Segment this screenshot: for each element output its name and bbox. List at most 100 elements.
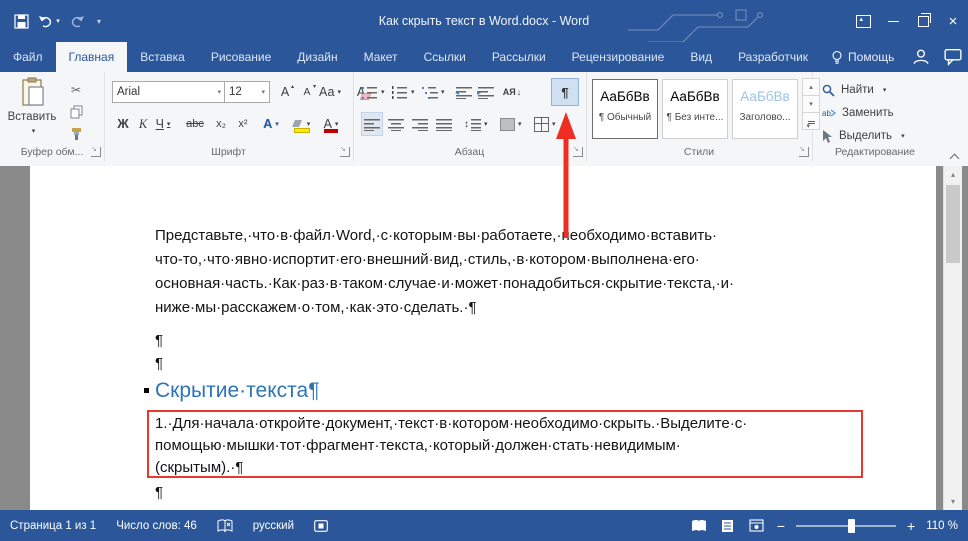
replace-button[interactable]: ab Заменить: [822, 103, 894, 123]
zoom-slider[interactable]: [796, 525, 896, 527]
status-left: Страница 1 из 1 Число слов: 46 русский: [10, 519, 328, 533]
font-size-value: 12: [229, 86, 242, 98]
text-line: Представьте,·что·в·файл·Word,·с·которым·…: [155, 224, 734, 248]
read-mode-button[interactable]: [690, 517, 708, 535]
multilevel-list-button[interactable]: [421, 80, 446, 104]
collapse-ribbon-icon[interactable]: [950, 152, 958, 160]
tab-developer[interactable]: Разработчик: [725, 42, 821, 72]
font-color-bar: [324, 129, 338, 133]
line-spacing-icon: [471, 118, 481, 131]
align-center-button[interactable]: [385, 112, 407, 136]
group-styles: АаБбВв ¶ Обычный АаБбВв ¶ Без инте... Аа…: [586, 72, 813, 161]
web-layout-button[interactable]: [748, 517, 766, 535]
text-effects-button[interactable]: А: [260, 112, 282, 136]
highlight-color-button[interactable]: [290, 112, 312, 136]
zoom-out-button[interactable]: −: [777, 519, 785, 533]
cut-button[interactable]: ✂: [64, 80, 88, 100]
shrink-font-button[interactable]: А: [296, 80, 318, 104]
find-label: Найти: [841, 84, 874, 96]
copy-button[interactable]: [64, 102, 88, 122]
sort-button[interactable]: АЯ: [501, 80, 523, 104]
bold-button[interactable]: Ж: [112, 112, 134, 136]
qat-customize-button[interactable]: [92, 8, 106, 34]
tab-home[interactable]: Главная: [56, 42, 128, 72]
word-count-status[interactable]: Число слов: 46: [116, 520, 197, 532]
zoom-in-button[interactable]: +: [907, 519, 915, 533]
scrollbar-thumb[interactable]: [946, 185, 960, 263]
tab-review[interactable]: Рецензирование: [559, 42, 678, 72]
font-size-combo[interactable]: 12: [224, 81, 270, 103]
font-family-value: Arial: [117, 86, 140, 98]
numbering-button[interactable]: [391, 80, 416, 104]
print-layout-button[interactable]: [719, 517, 737, 535]
undo-button[interactable]: [36, 8, 62, 34]
zoom-slider-thumb[interactable]: [848, 519, 855, 533]
scroll-up-icon[interactable]: [944, 166, 962, 183]
decrease-indent-button[interactable]: [453, 80, 475, 104]
style-no-spacing[interactable]: АаБбВв ¶ Без инте...: [662, 79, 728, 139]
tab-draw[interactable]: Рисование: [198, 42, 284, 72]
page-count-status[interactable]: Страница 1 из 1: [10, 520, 96, 532]
change-case-button[interactable]: Аа: [318, 80, 342, 104]
borders-icon: [534, 117, 549, 132]
grow-font-button[interactable]: А: [274, 80, 296, 104]
align-left-button[interactable]: [361, 112, 383, 136]
tab-design[interactable]: Дизайн: [284, 42, 350, 72]
find-button[interactable]: Найти: [822, 80, 886, 100]
tab-mailings[interactable]: Рассылки: [479, 42, 559, 72]
ribbon-display-options-button[interactable]: [848, 6, 878, 36]
vertical-scrollbar[interactable]: [943, 166, 962, 510]
redo-button[interactable]: [64, 8, 90, 34]
save-button[interactable]: [8, 8, 34, 34]
sign-in-person-icon[interactable]: [912, 48, 930, 66]
language-status[interactable]: русский: [253, 520, 294, 532]
highlight-color-bar: [294, 128, 310, 133]
select-button[interactable]: Выделить: [822, 126, 905, 146]
redo-icon: [70, 15, 85, 28]
line-spacing-button[interactable]: [463, 112, 489, 136]
macro-record-icon[interactable]: [314, 520, 328, 532]
format-painter-button[interactable]: [64, 124, 88, 144]
pilcrow-mark: ¶: [155, 355, 163, 372]
restore-button[interactable]: [908, 6, 938, 36]
paragraph-group-label: Абзац: [353, 146, 586, 158]
print-layout-icon: [721, 519, 734, 533]
superscript-button[interactable]: x²: [232, 112, 254, 136]
zoom-level[interactable]: 110 %: [926, 520, 958, 532]
tell-me-help[interactable]: Помощь: [821, 42, 904, 72]
align-left-icon: [364, 118, 380, 131]
decrease-indent-icon: [456, 86, 472, 99]
minimize-button[interactable]: [878, 6, 908, 36]
paste-button[interactable]: Вставить: [6, 77, 58, 147]
tab-references[interactable]: Ссылки: [411, 42, 479, 72]
shading-button[interactable]: [499, 112, 523, 136]
titlebar-decoration: [628, 0, 778, 42]
increase-indent-button[interactable]: [475, 80, 497, 104]
document-page[interactable]: Представьте,·что·в·файл·Word,·с·которым·…: [30, 166, 936, 510]
underline-button[interactable]: Ч: [152, 112, 174, 136]
proofing-status-icon[interactable]: [217, 519, 233, 533]
tab-file[interactable]: Файл: [0, 42, 56, 72]
font-color-button[interactable]: А: [320, 112, 342, 136]
tab-insert[interactable]: Вставка: [127, 42, 198, 72]
bullets-button[interactable]: [361, 80, 386, 104]
font-family-combo[interactable]: Arial: [112, 81, 226, 103]
justify-button[interactable]: [433, 112, 455, 136]
scroll-down-icon[interactable]: [944, 493, 962, 510]
italic-button[interactable]: К: [132, 112, 154, 136]
show-formatting-marks-button[interactable]: ¶: [551, 78, 579, 106]
editing-group-label: Редактирование: [812, 146, 938, 158]
group-paragraph: АЯ ¶ Абзац: [353, 72, 587, 161]
style-heading[interactable]: АаБбВв Заголово...: [732, 79, 798, 139]
tab-view[interactable]: Вид: [677, 42, 725, 72]
numbering-icon: [392, 86, 408, 99]
strikethrough-button[interactable]: abc: [184, 112, 206, 136]
style-normal[interactable]: АаБбВв ¶ Обычный: [592, 79, 658, 139]
comments-icon[interactable]: [944, 48, 962, 66]
text-line: основная·часть.·Как·раз·в·таком·случае·и…: [155, 272, 734, 296]
tab-layout[interactable]: Макет: [351, 42, 411, 72]
style-name: ¶ Обычный: [593, 112, 657, 123]
align-right-button[interactable]: [409, 112, 431, 136]
subscript-button[interactable]: x₂: [210, 112, 232, 136]
close-button[interactable]: ×: [938, 6, 968, 36]
